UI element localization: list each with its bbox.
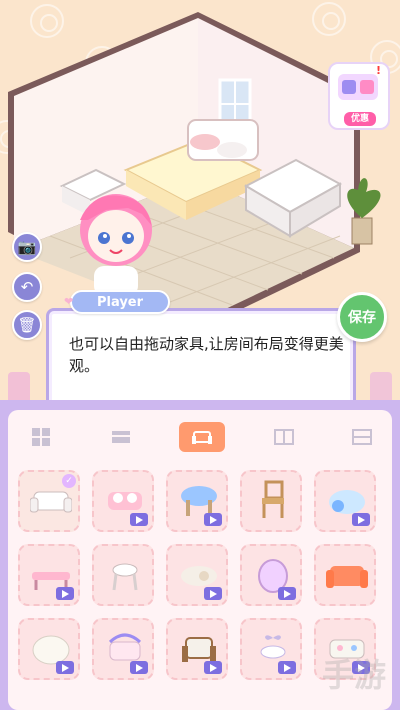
heart-icon: ❤ [64, 295, 74, 308]
tab-shelf[interactable] [342, 422, 382, 452]
sofa-icon [192, 431, 212, 444]
dialog-box: 也可以自由拖动家具,让房间布局变得更美观。 [46, 308, 356, 413]
item-white-sofa[interactable]: ✓ [18, 470, 80, 532]
video-icon [278, 587, 296, 600]
speaker-nameplate: ❤ Player [64, 290, 170, 314]
trash-button[interactable]: 🗑 [12, 310, 42, 340]
undo-icon: ↶ [20, 278, 34, 296]
undo-button[interactable]: ↶ [12, 272, 42, 302]
item-wood-armchair[interactable] [166, 618, 228, 680]
video-icon [352, 513, 370, 526]
furniture-grid: ✓ [18, 470, 384, 680]
tab-sofa[interactable] [179, 422, 225, 452]
trash-icon: 🗑 [17, 316, 37, 334]
item-pink-bench[interactable] [18, 544, 80, 606]
item-blue-teddy-chair[interactable] [314, 470, 376, 532]
shelf-icon [352, 429, 372, 445]
item-blue-cushion-table[interactable] [166, 470, 228, 532]
video-icon [130, 513, 148, 526]
item-white-pouf[interactable] [18, 618, 80, 680]
item-cat-rug[interactable] [166, 544, 228, 606]
selected-check-icon: ✓ [62, 474, 76, 488]
video-icon [204, 587, 222, 600]
vanity-stool-icon [112, 563, 138, 591]
wooden-chair-icon [262, 480, 284, 518]
camera-button[interactable]: 📷 [12, 232, 42, 262]
item-pink-lace-sofa[interactable] [92, 470, 154, 532]
tab-all[interactable] [22, 422, 62, 452]
item-bow-stool[interactable] [240, 618, 302, 680]
dialog-text: 也可以自由拖动家具,让房间布局变得更美观。 [69, 335, 344, 375]
speaker-name: Player [96, 294, 144, 310]
tab-bed[interactable] [101, 422, 141, 452]
bed-icon [111, 431, 130, 443]
alert-mark: ! [376, 64, 382, 77]
watermark: 手游 [321, 656, 386, 694]
item-canopy-sofa[interactable] [92, 618, 154, 680]
video-icon [204, 513, 222, 526]
cabinet-icon [273, 429, 294, 445]
video-icon [204, 661, 222, 674]
save-button[interactable]: 保存 [337, 292, 387, 342]
orange-sofa-icon [326, 566, 368, 588]
grid-icon [32, 428, 50, 446]
save-label: 保存 [348, 310, 376, 326]
category-tabs [22, 422, 382, 454]
item-orange-sofa[interactable] [314, 544, 376, 606]
item-egg-chair[interactable] [240, 544, 302, 606]
camera-icon: 📷 [17, 238, 37, 256]
tab-cabinet[interactable] [264, 422, 304, 452]
video-icon [56, 587, 74, 600]
promo-bundle-button[interactable]: ! 优惠 [328, 62, 390, 130]
video-icon [278, 661, 296, 674]
video-icon [56, 661, 74, 674]
video-icon [130, 661, 148, 674]
item-wooden-chair[interactable] [240, 470, 302, 532]
promo-label: 优惠 [344, 112, 376, 126]
room-scene[interactable] [0, 0, 400, 330]
item-vanity-stool[interactable] [92, 544, 154, 606]
player-character [80, 194, 152, 296]
